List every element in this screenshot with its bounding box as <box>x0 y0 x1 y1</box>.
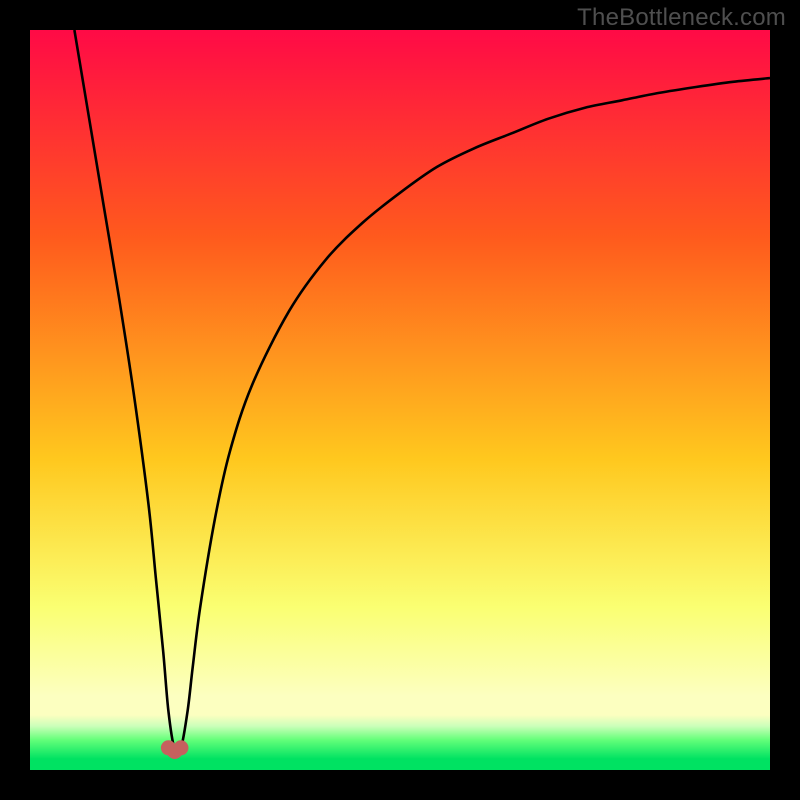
curve-path <box>74 30 770 752</box>
marker-right <box>173 740 188 755</box>
chart-frame: TheBottleneck.com <box>0 0 800 800</box>
bottleneck-curve <box>30 30 770 770</box>
watermark-text: TheBottleneck.com <box>577 4 786 32</box>
plot-area <box>30 30 770 770</box>
